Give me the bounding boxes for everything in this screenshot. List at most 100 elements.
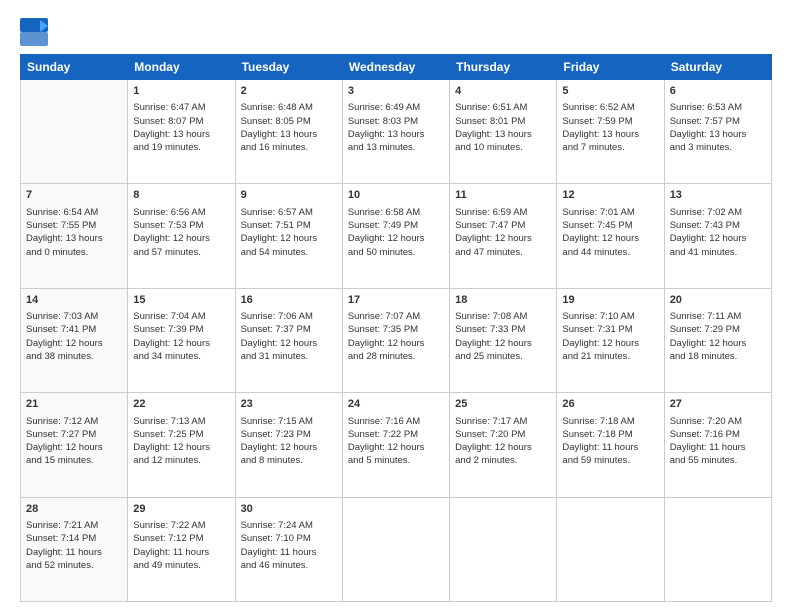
calendar-row-0: 1Sunrise: 6:47 AM Sunset: 8:07 PM Daylig… xyxy=(21,80,772,184)
date-number: 19 xyxy=(562,293,658,308)
cell-text: Sunrise: 6:58 AM Sunset: 7:49 PM Dayligh… xyxy=(348,206,444,259)
calendar-cell: 9 Sunrise: 6:57 AM Sunset: 7:51 PM Daylig… xyxy=(235,184,342,288)
date-number: 30 xyxy=(241,502,337,517)
cell-text: Sunrise: 7:03 AM Sunset: 7:41 PM Dayligh… xyxy=(26,310,122,363)
date-number: 9 xyxy=(241,188,337,203)
header-day-friday: Friday xyxy=(557,55,664,80)
header-day-sunday: Sunday xyxy=(21,55,128,80)
header-row: SundayMondayTuesdayWednesdayThursdayFrid… xyxy=(21,55,772,80)
cell-text: Sunrise: 7:13 AM Sunset: 7:25 PM Dayligh… xyxy=(133,415,229,468)
cell-text: Sunrise: 6:49 AM Sunset: 8:03 PM Dayligh… xyxy=(348,101,444,154)
date-number: 16 xyxy=(241,293,337,308)
date-number: 17 xyxy=(348,293,444,308)
cell-text: Sunrise: 6:59 AM Sunset: 7:47 PM Dayligh… xyxy=(455,206,551,259)
calendar-cell: 1Sunrise: 6:47 AM Sunset: 8:07 PM Daylig… xyxy=(128,80,235,184)
header-day-thursday: Thursday xyxy=(450,55,557,80)
calendar-cell xyxy=(664,497,771,601)
date-number: 13 xyxy=(670,188,766,203)
calendar-cell: 2 Sunrise: 6:48 AM Sunset: 8:05 PM Daylig… xyxy=(235,80,342,184)
calendar-cell: 5Sunrise: 6:52 AM Sunset: 7:59 PM Daylig… xyxy=(557,80,664,184)
date-number: 8 xyxy=(133,188,229,203)
cell-text: Sunrise: 7:15 AM Sunset: 7:23 PM Dayligh… xyxy=(241,415,337,468)
cell-text: Sunrise: 6:48 AM Sunset: 8:05 PM Dayligh… xyxy=(241,101,337,154)
date-number: 26 xyxy=(562,397,658,412)
calendar-row-1: 7 Sunrise: 6:54 AM Sunset: 7:55 PM Daylig… xyxy=(21,184,772,288)
cell-text: Sunrise: 7:01 AM Sunset: 7:45 PM Dayligh… xyxy=(562,206,658,259)
date-number: 27 xyxy=(670,397,766,412)
cell-text: Sunrise: 7:17 AM Sunset: 7:20 PM Dayligh… xyxy=(455,415,551,468)
date-number: 29 xyxy=(133,502,229,517)
calendar-cell: 3 Sunrise: 6:49 AM Sunset: 8:03 PM Daylig… xyxy=(342,80,449,184)
calendar-cell: 11 Sunrise: 6:59 AM Sunset: 7:47 PM Dayli… xyxy=(450,184,557,288)
calendar-cell: 17 Sunrise: 7:07 AM Sunset: 7:35 PM Dayli… xyxy=(342,288,449,392)
calendar-cell: 21 Sunrise: 7:12 AM Sunset: 7:27 PM Dayli… xyxy=(21,393,128,497)
calendar-cell: 23 Sunrise: 7:15 AM Sunset: 7:23 PM Dayli… xyxy=(235,393,342,497)
header-day-tuesday: Tuesday xyxy=(235,55,342,80)
header-day-monday: Monday xyxy=(128,55,235,80)
cell-text: Sunrise: 7:02 AM Sunset: 7:43 PM Dayligh… xyxy=(670,206,766,259)
cell-text: Sunrise: 7:18 AM Sunset: 7:18 PM Dayligh… xyxy=(562,415,658,468)
calendar-cell: 16 Sunrise: 7:06 AM Sunset: 7:37 PM Dayli… xyxy=(235,288,342,392)
calendar-cell: 30Sunrise: 7:24 AM Sunset: 7:10 PM Dayli… xyxy=(235,497,342,601)
cell-text: Sunrise: 7:20 AM Sunset: 7:16 PM Dayligh… xyxy=(670,415,766,468)
calendar-cell: 26 Sunrise: 7:18 AM Sunset: 7:18 PM Dayli… xyxy=(557,393,664,497)
calendar-cell: 13 Sunrise: 7:02 AM Sunset: 7:43 PM Dayli… xyxy=(664,184,771,288)
date-number: 4 xyxy=(455,84,551,99)
date-number: 23 xyxy=(241,397,337,412)
cell-text: Sunrise: 6:57 AM Sunset: 7:51 PM Dayligh… xyxy=(241,206,337,259)
cell-text: Sunrise: 7:16 AM Sunset: 7:22 PM Dayligh… xyxy=(348,415,444,468)
date-number: 21 xyxy=(26,397,122,412)
calendar-cell: 22 Sunrise: 7:13 AM Sunset: 7:25 PM Dayli… xyxy=(128,393,235,497)
calendar-row-3: 21 Sunrise: 7:12 AM Sunset: 7:27 PM Dayli… xyxy=(21,393,772,497)
calendar-cell: 28 Sunrise: 7:21 AM Sunset: 7:14 PM Dayli… xyxy=(21,497,128,601)
cell-text: Sunrise: 7:04 AM Sunset: 7:39 PM Dayligh… xyxy=(133,310,229,363)
cell-text: Sunrise: 7:22 AM Sunset: 7:12 PM Dayligh… xyxy=(133,519,229,572)
date-number: 2 xyxy=(241,84,337,99)
date-number: 25 xyxy=(455,397,551,412)
calendar-cell xyxy=(342,497,449,601)
cell-text: Sunrise: 7:11 AM Sunset: 7:29 PM Dayligh… xyxy=(670,310,766,363)
calendar-cell: 18Sunrise: 7:08 AM Sunset: 7:33 PM Dayli… xyxy=(450,288,557,392)
calendar-cell: 14 Sunrise: 7:03 AM Sunset: 7:41 PM Dayli… xyxy=(21,288,128,392)
calendar-cell: 7 Sunrise: 6:54 AM Sunset: 7:55 PM Daylig… xyxy=(21,184,128,288)
date-number: 1 xyxy=(133,84,229,99)
calendar-cell: 10 Sunrise: 6:58 AM Sunset: 7:49 PM Dayli… xyxy=(342,184,449,288)
cell-text: Sunrise: 6:53 AM Sunset: 7:57 PM Dayligh… xyxy=(670,101,766,154)
date-number: 20 xyxy=(670,293,766,308)
date-number: 7 xyxy=(26,188,122,203)
calendar-cell: 27 Sunrise: 7:20 AM Sunset: 7:16 PM Dayli… xyxy=(664,393,771,497)
cell-text: Sunrise: 6:56 AM Sunset: 7:53 PM Dayligh… xyxy=(133,206,229,259)
calendar-cell: 19 Sunrise: 7:10 AM Sunset: 7:31 PM Dayli… xyxy=(557,288,664,392)
calendar-row-2: 14 Sunrise: 7:03 AM Sunset: 7:41 PM Dayli… xyxy=(21,288,772,392)
date-number: 11 xyxy=(455,188,551,203)
cell-text: Sunrise: 7:10 AM Sunset: 7:31 PM Dayligh… xyxy=(562,310,658,363)
calendar-row-4: 28 Sunrise: 7:21 AM Sunset: 7:14 PM Dayli… xyxy=(21,497,772,601)
cell-text: Sunrise: 6:51 AM Sunset: 8:01 PM Dayligh… xyxy=(455,101,551,154)
calendar-cell: 8 Sunrise: 6:56 AM Sunset: 7:53 PM Daylig… xyxy=(128,184,235,288)
date-number: 6 xyxy=(670,84,766,99)
calendar-cell: 6 Sunrise: 6:53 AM Sunset: 7:57 PM Daylig… xyxy=(664,80,771,184)
calendar-cell: 12 Sunrise: 7:01 AM Sunset: 7:45 PM Dayli… xyxy=(557,184,664,288)
date-number: 12 xyxy=(562,188,658,203)
calendar-cell: 24Sunrise: 7:16 AM Sunset: 7:22 PM Dayli… xyxy=(342,393,449,497)
header-day-wednesday: Wednesday xyxy=(342,55,449,80)
calendar-cell: 29 Sunrise: 7:22 AM Sunset: 7:12 PM Dayli… xyxy=(128,497,235,601)
cell-text: Sunrise: 7:06 AM Sunset: 7:37 PM Dayligh… xyxy=(241,310,337,363)
cell-text: Sunrise: 7:21 AM Sunset: 7:14 PM Dayligh… xyxy=(26,519,122,572)
calendar-cell: 4 Sunrise: 6:51 AM Sunset: 8:01 PM Daylig… xyxy=(450,80,557,184)
date-number: 3 xyxy=(348,84,444,99)
date-number: 15 xyxy=(133,293,229,308)
date-number: 10 xyxy=(348,188,444,203)
date-number: 22 xyxy=(133,397,229,412)
date-number: 14 xyxy=(26,293,122,308)
cell-text: Sunrise: 7:07 AM Sunset: 7:35 PM Dayligh… xyxy=(348,310,444,363)
logo xyxy=(20,18,54,46)
calendar-cell: 25 Sunrise: 7:17 AM Sunset: 7:20 PM Dayli… xyxy=(450,393,557,497)
header-day-saturday: Saturday xyxy=(664,55,771,80)
date-number: 28 xyxy=(26,502,122,517)
date-number: 18 xyxy=(455,293,551,308)
cell-text: Sunrise: 6:54 AM Sunset: 7:55 PM Dayligh… xyxy=(26,206,122,259)
calendar-cell xyxy=(557,497,664,601)
cell-text: Sunrise: 7:12 AM Sunset: 7:27 PM Dayligh… xyxy=(26,415,122,468)
calendar-table: SundayMondayTuesdayWednesdayThursdayFrid… xyxy=(20,54,772,602)
